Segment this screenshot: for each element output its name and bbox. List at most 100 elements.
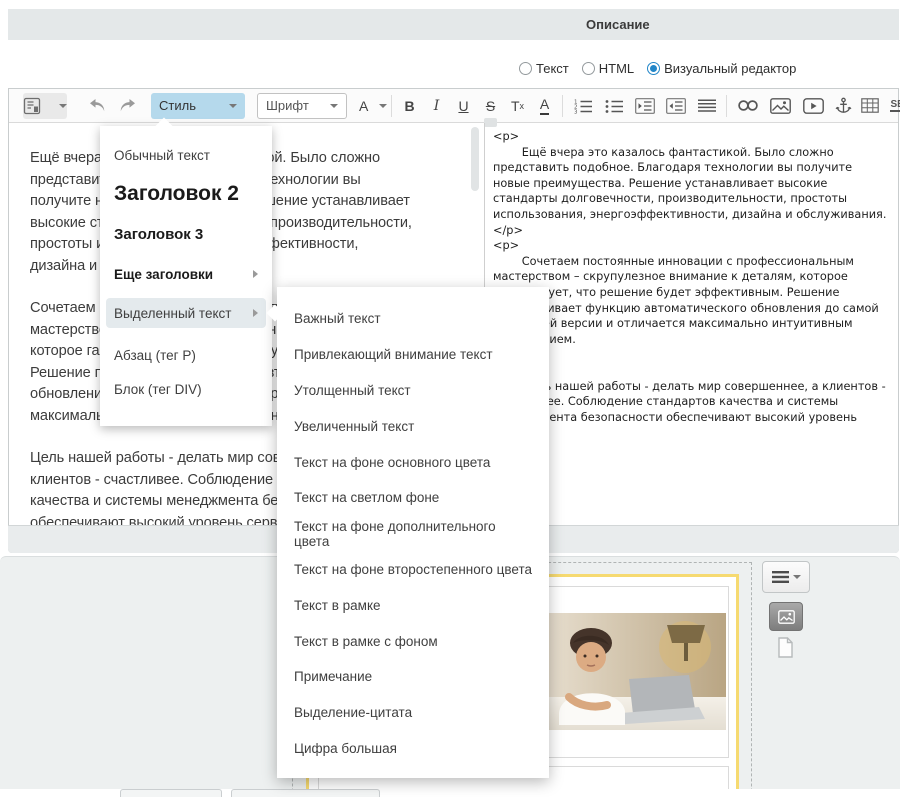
undo-icon [88, 98, 107, 113]
submenu-item-enlarged-text[interactable]: Увеличенный текст [277, 408, 549, 444]
submenu-item-thick-text[interactable]: Утолщенный текст [277, 373, 549, 409]
submenu-item-primary-bg-text[interactable]: Текст на фоне основного цвета [277, 444, 549, 480]
highlighted-text-submenu: Важный текст Привлекающий внимание текст… [277, 287, 549, 779]
seo-label: SEO [890, 99, 900, 112]
chevron-down-icon [792, 575, 801, 579]
submenu-item-framed-text[interactable]: Текст в рамке [277, 587, 549, 623]
file-icon [777, 637, 794, 658]
mode-text-label: Текст [536, 61, 569, 76]
submenu-item-note[interactable]: Примечание [277, 659, 549, 695]
scrollbar-thumb[interactable] [471, 127, 479, 191]
mode-text[interactable]: Текст [519, 61, 569, 76]
submenu-item-attention-text[interactable]: Привлекающий внимание текст [277, 337, 549, 373]
style-dropdown-menu: Обычный текст Заголовок 2 Заголовок 3 Ещ… [100, 126, 272, 426]
submenu-item-big-number[interactable]: Цифра большая [277, 731, 549, 767]
video-icon [803, 97, 824, 114]
insert-video-button[interactable] [797, 94, 830, 118]
field-title: Описание [586, 17, 650, 32]
editor-toolbar: Стиль Шрифт A B I U S Tx A 123 S [9, 89, 900, 123]
menu-item-label: Еще заголовки [114, 266, 214, 282]
templates-button[interactable] [23, 92, 67, 119]
insert-table-button[interactable] [856, 94, 884, 118]
font-dropdown[interactable]: Шрифт [257, 92, 347, 119]
radio-icon[interactable] [519, 62, 532, 75]
submenu-item-important-text[interactable]: Важный текст [277, 301, 549, 337]
bullet-list-icon [604, 98, 624, 114]
link-icon [737, 99, 759, 112]
bottom-button-partial[interactable] [120, 789, 222, 797]
editor-mode-switch: Текст HTML Визуальный редактор [519, 61, 796, 76]
clear-formatting-sub: x [519, 100, 525, 111]
link-button[interactable] [731, 94, 764, 118]
image-icon [777, 609, 795, 624]
toolbar-separator [726, 94, 727, 117]
mode-visual[interactable]: Визуальный редактор [647, 61, 796, 76]
hamburger-icon [771, 571, 789, 583]
ordered-list-icon: 123 [573, 98, 593, 114]
submenu-item-additional-bg-text[interactable]: Текст на фоне дополнительного цвета [277, 516, 549, 552]
toolbar-separator [391, 94, 392, 117]
template-icon [23, 97, 41, 115]
chevron-down-icon [379, 103, 387, 108]
submenu-arrow-icon [253, 270, 258, 278]
file-type-button[interactable] [777, 637, 794, 658]
font-size-button[interactable]: A [359, 94, 387, 118]
style-menu-item-more-headings[interactable]: Еще заголовки [100, 264, 272, 284]
outdent-icon [665, 97, 686, 114]
svg-text:3: 3 [574, 109, 578, 114]
bottom-button-partial[interactable] [231, 789, 380, 797]
undo-button[interactable] [87, 95, 107, 117]
style-menu-item-normal-text[interactable]: Обычный текст [100, 146, 272, 166]
block-menu-button[interactable] [762, 561, 810, 593]
bullet-list-button[interactable] [598, 94, 629, 118]
radio-icon[interactable] [581, 62, 595, 75]
style-menu-item-highlighted-text[interactable]: Выделенный текст [106, 298, 266, 328]
chevron-down-icon [330, 103, 338, 108]
chevron-down-icon [59, 103, 67, 108]
justify-button[interactable] [691, 94, 722, 118]
redo-icon [118, 98, 137, 113]
mode-html[interactable]: HTML [581, 61, 635, 76]
redo-button[interactable] [117, 95, 137, 117]
italic-button[interactable]: I [423, 94, 450, 118]
justify-icon [697, 98, 717, 114]
font-dropdown-label: Шрифт [266, 98, 309, 113]
style-menu-item-paragraph[interactable]: Абзац (тег P) [100, 346, 272, 366]
clear-formatting-button[interactable]: Tx [504, 94, 531, 118]
mode-html-label: HTML [598, 61, 635, 76]
style-menu-item-heading2[interactable]: Заголовок 2 [100, 180, 272, 208]
text-color-button[interactable]: A [531, 94, 558, 118]
radio-checked-icon[interactable] [647, 62, 661, 75]
seo-button[interactable]: SEO [886, 94, 900, 118]
outdent-button[interactable] [660, 94, 691, 118]
clear-formatting-label: T [510, 97, 520, 114]
submenu-item-quote[interactable]: Выделение-цитата [277, 695, 549, 731]
submenu-item-secondary-bg-text[interactable]: Текст на фоне второстепенного цвета [277, 552, 549, 588]
strikethrough-button[interactable]: S [477, 94, 504, 118]
submenu-arrow-icon [253, 309, 258, 317]
anchor-button[interactable] [830, 94, 856, 118]
toolbar-separator [562, 94, 563, 117]
underline-button[interactable]: U [450, 94, 477, 118]
ordered-list-button[interactable]: 123 [567, 94, 598, 118]
field-header-bar [8, 9, 899, 40]
menu-item-label: Выделенный текст [114, 305, 232, 321]
chevron-down-icon [229, 103, 237, 108]
indent-button[interactable] [629, 94, 660, 118]
table-icon [861, 98, 879, 113]
style-menu-item-block-div[interactable]: Блок (тег DIV) [100, 380, 272, 400]
style-dropdown-label: Стиль [159, 98, 196, 113]
style-dropdown[interactable]: Стиль [151, 92, 245, 119]
text-color-label: A [539, 96, 550, 115]
insert-image-button[interactable] [764, 94, 797, 118]
submenu-item-framed-bg-text[interactable]: Текст в рамке с фоном [277, 623, 549, 659]
style-menu-item-heading3[interactable]: Заголовок 3 [100, 224, 272, 246]
font-size-label: A [359, 97, 369, 114]
bold-button[interactable]: B [396, 94, 423, 118]
image-icon [770, 97, 791, 114]
submenu-item-light-bg-text[interactable]: Текст на светлом фоне [277, 480, 549, 516]
mode-visual-label: Визуальный редактор [664, 61, 797, 76]
indent-icon [634, 97, 655, 114]
anchor-icon [835, 97, 852, 114]
image-type-button[interactable] [769, 602, 803, 631]
